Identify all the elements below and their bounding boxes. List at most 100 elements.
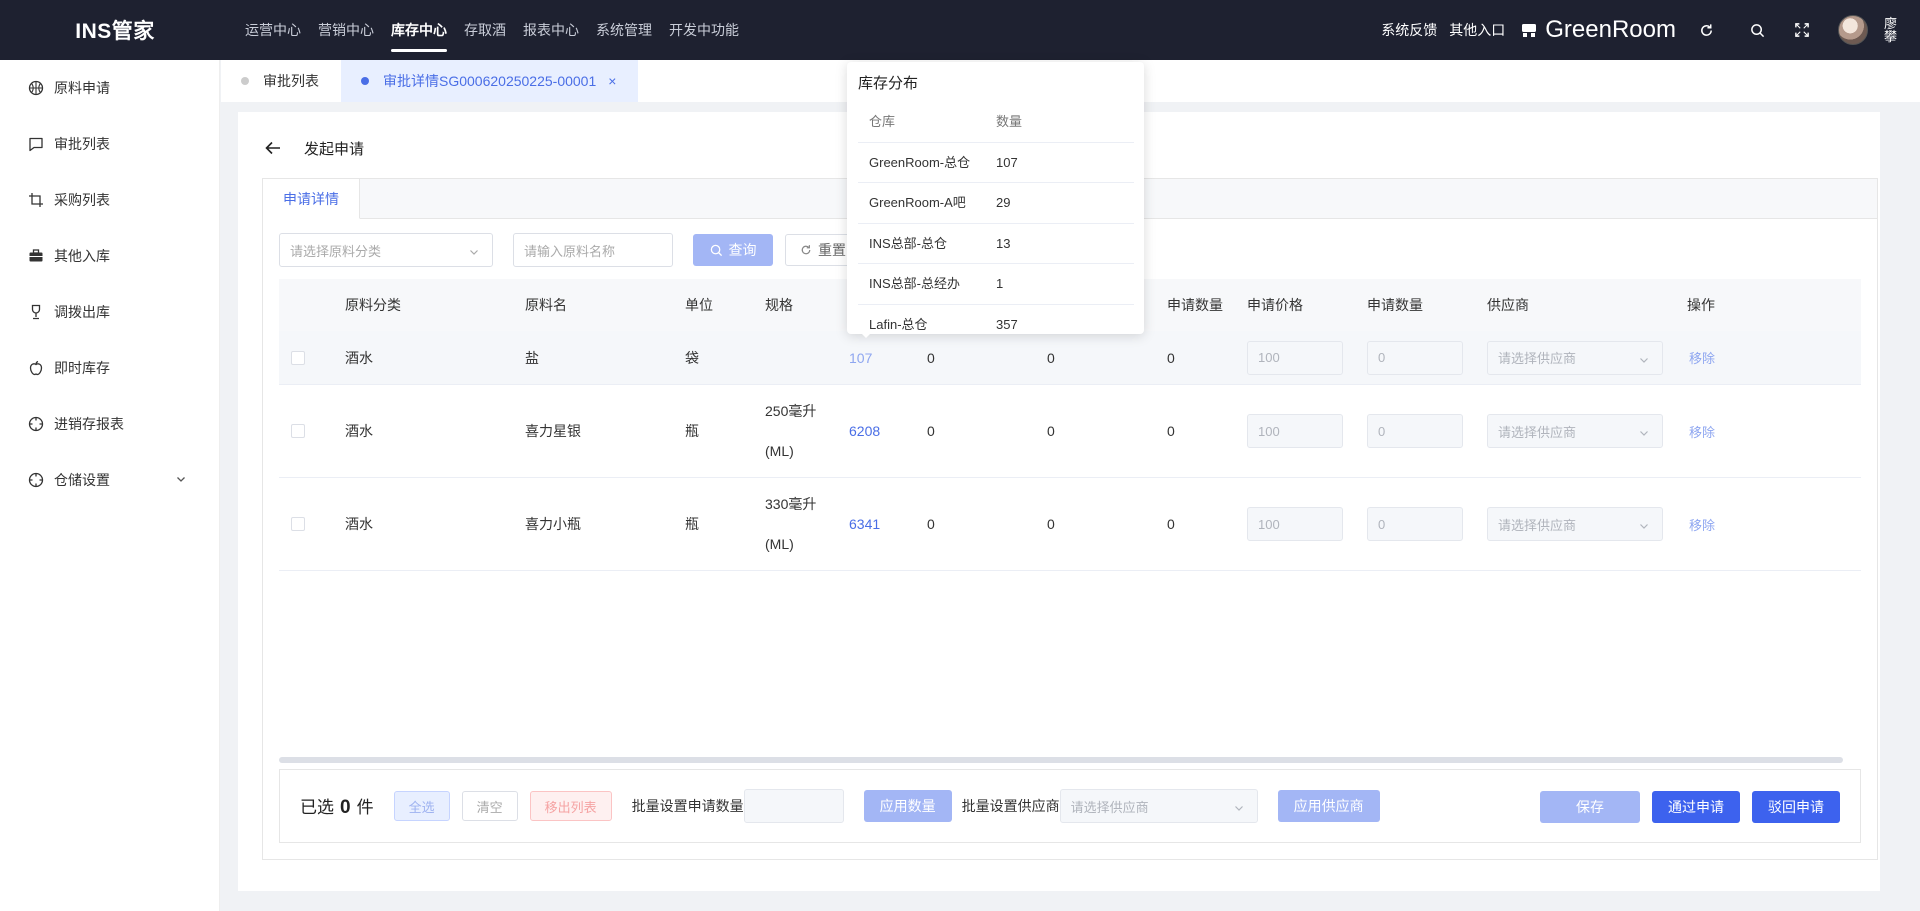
tab-approval-list[interactable]: 审批列表 <box>221 60 341 102</box>
sidebar-item-transfer-outbound[interactable]: 调拨出库 <box>0 284 219 340</box>
price-input[interactable]: 100 <box>1247 414 1343 448</box>
batch-supplier-select[interactable]: 请选择供应商 <box>1059 789 1258 823</box>
topnav-item-reports[interactable]: 报表中心 <box>523 0 579 60</box>
approve-button[interactable]: 通过申请 <box>1652 791 1740 823</box>
table-row: 酒水 喜力小瓶 瓶 330毫升 (ML) 6341 0 0 0 100 0 请选… <box>279 478 1861 571</box>
chevron-down-icon <box>1640 524 1648 529</box>
apply-qty-button[interactable]: 应用数量 <box>863 790 952 822</box>
sidebar-item-label: 调拨出库 <box>54 304 110 320</box>
popover-th-warehouse: 仓库 <box>869 114 896 129</box>
row-checkbox[interactable] <box>291 350 305 365</box>
cell-stock-link[interactable]: 6208 <box>849 385 880 477</box>
th-apply-qty: 申请数量 <box>1167 297 1223 313</box>
save-button[interactable]: 保存 <box>1540 791 1640 823</box>
store-switcher[interactable]: GreenRoom <box>1521 16 1676 44</box>
search-icon <box>710 244 722 256</box>
cell-stock-link[interactable]: 6341 <box>849 478 880 570</box>
tab-label: 审批详情SG000620250225-00001 <box>383 73 597 89</box>
selected-suffix: 件 <box>356 798 374 817</box>
comment-icon <box>29 137 43 152</box>
filter-bar: 请选择原料分类 请输入原料名称 查询 重置 <box>279 233 875 267</box>
qty-input[interactable]: 0 <box>1367 340 1463 375</box>
reject-button[interactable]: 驳回申请 <box>1752 791 1840 823</box>
topnav-item-system[interactable]: 系统管理 <box>596 0 652 60</box>
row-checkbox[interactable] <box>291 517 305 531</box>
topnav-item-dev-features[interactable]: 开发中功能 <box>669 0 739 60</box>
tab-approval-detail[interactable]: 审批详情SG000620250225-00001 × <box>341 60 639 102</box>
qty-input[interactable]: 0 <box>1367 507 1463 541</box>
popover-row: Lafin-总仓 357 <box>858 305 1134 335</box>
back-arrow-icon[interactable] <box>264 140 282 156</box>
cell-value: 0 <box>927 349 935 366</box>
table-row: 酒水 喜力星银 瓶 250毫升 (ML) 6208 0 0 0 100 0 请选… <box>279 385 1861 478</box>
horizontal-scrollbar[interactable] <box>279 757 1843 763</box>
refresh-icon[interactable] <box>1695 19 1717 41</box>
sidebar-item-warehouse-settings[interactable]: 仓储设置 <box>0 452 219 508</box>
category-select[interactable]: 请选择原料分类 <box>279 233 493 267</box>
topnav-item-wine-storage[interactable]: 存取酒 <box>464 0 506 60</box>
app-logo[interactable]: INS管家 <box>0 15 230 45</box>
popover-warehouse: INS总部-总仓 <box>869 235 948 251</box>
remove-link[interactable]: 移除 <box>1689 385 1715 477</box>
sidebar-item-label: 进销存报表 <box>54 416 124 432</box>
query-button[interactable]: 查询 <box>693 234 773 266</box>
query-button-label: 查询 <box>728 242 757 258</box>
th-action: 操作 <box>1687 297 1715 313</box>
remove-from-list-button[interactable]: 移出列表 <box>529 791 612 821</box>
cell-category: 酒水 <box>345 349 373 366</box>
topnav-item-marketing[interactable]: 营销中心 <box>318 0 374 60</box>
feedback-link[interactable]: 系统反馈 <box>1381 20 1437 40</box>
cell-value: 0 <box>1047 349 1055 366</box>
sidebar-item-approval-list[interactable]: 审批列表 <box>0 116 219 172</box>
cell-stock-link[interactable]: 107 <box>849 331 872 384</box>
sidebar-item-label: 采购列表 <box>54 192 110 208</box>
avatar[interactable] <box>1838 15 1868 45</box>
remove-link[interactable]: 移除 <box>1689 478 1715 570</box>
cell-category: 酒水 <box>345 516 373 532</box>
cell-category: 酒水 <box>345 423 373 439</box>
cell-value: 0 <box>927 516 935 532</box>
batch-action-bar: 已选 0 件 全选 清空 移出列表 批量设置申请数量 应用数量 批量设置供应商 … <box>279 769 1861 843</box>
th-spec: 规格 <box>765 297 793 313</box>
price-input[interactable]: 100 <box>1247 507 1343 541</box>
topnav-item-inventory[interactable]: 库存中心 <box>391 0 447 60</box>
fullscreen-icon[interactable] <box>1791 19 1813 41</box>
supplier-select[interactable]: 请选择供应商 <box>1487 414 1663 448</box>
chevron-down-icon[interactable] <box>175 473 187 485</box>
top-nav: 运营中心 营销中心 库存中心 存取酒 报表中心 系统管理 开发中功能 <box>245 0 756 60</box>
tab-label: 审批列表 <box>263 73 319 89</box>
apply-supplier-button[interactable]: 应用供应商 <box>1277 790 1380 822</box>
batch-qty-input[interactable] <box>743 789 844 823</box>
price-input[interactable]: 100 <box>1247 340 1343 375</box>
other-entry-link[interactable]: 其他入口 <box>1449 20 1505 40</box>
sidebar-item-label: 仓储设置 <box>54 472 110 488</box>
sidebar-item-other-inbound[interactable]: 其他入库 <box>0 228 219 284</box>
chevron-down-icon <box>1640 431 1648 436</box>
search-icon[interactable] <box>1746 19 1768 41</box>
row-checkbox[interactable] <box>291 424 305 438</box>
sidebar-item-purchase-list[interactable]: 采购列表 <box>0 172 219 228</box>
supplier-select[interactable]: 请选择供应商 <box>1487 507 1663 541</box>
sidebar-item-realtime-stock[interactable]: 即时库存 <box>0 340 219 396</box>
cell-unit: 袋 <box>685 349 699 366</box>
selected-prefix: 已选 <box>300 798 334 817</box>
topnav-item-operations[interactable]: 运营中心 <box>245 0 301 60</box>
th-supplier: 供应商 <box>1487 297 1529 313</box>
sidebar-item-label: 原料申请 <box>54 80 110 96</box>
close-icon[interactable]: × <box>608 73 616 89</box>
qty-input[interactable]: 0 <box>1367 414 1463 448</box>
clear-button[interactable]: 清空 <box>461 791 518 821</box>
th-name: 原料名 <box>525 297 567 313</box>
spec-line: 250毫升 <box>765 403 817 419</box>
remove-link[interactable]: 移除 <box>1689 331 1715 384</box>
select-all-button[interactable]: 全选 <box>393 791 450 821</box>
sidebar-item-material-request[interactable]: 原料申请 <box>0 60 219 116</box>
sidebar-item-inventory-report[interactable]: 进销存报表 <box>0 396 219 452</box>
supplier-select[interactable]: 请选择供应商 <box>1487 340 1663 375</box>
th-apply-qty-2: 申请数量 <box>1367 297 1423 313</box>
material-name-placeholder: 请输入原料名称 <box>524 243 616 259</box>
material-name-input[interactable]: 请输入原料名称 <box>513 233 673 267</box>
tab-request-detail[interactable]: 申请详情 <box>263 179 360 219</box>
username[interactable]: 廖攀 <box>1884 17 1898 43</box>
cell-name: 喜力星银 <box>525 423 581 439</box>
